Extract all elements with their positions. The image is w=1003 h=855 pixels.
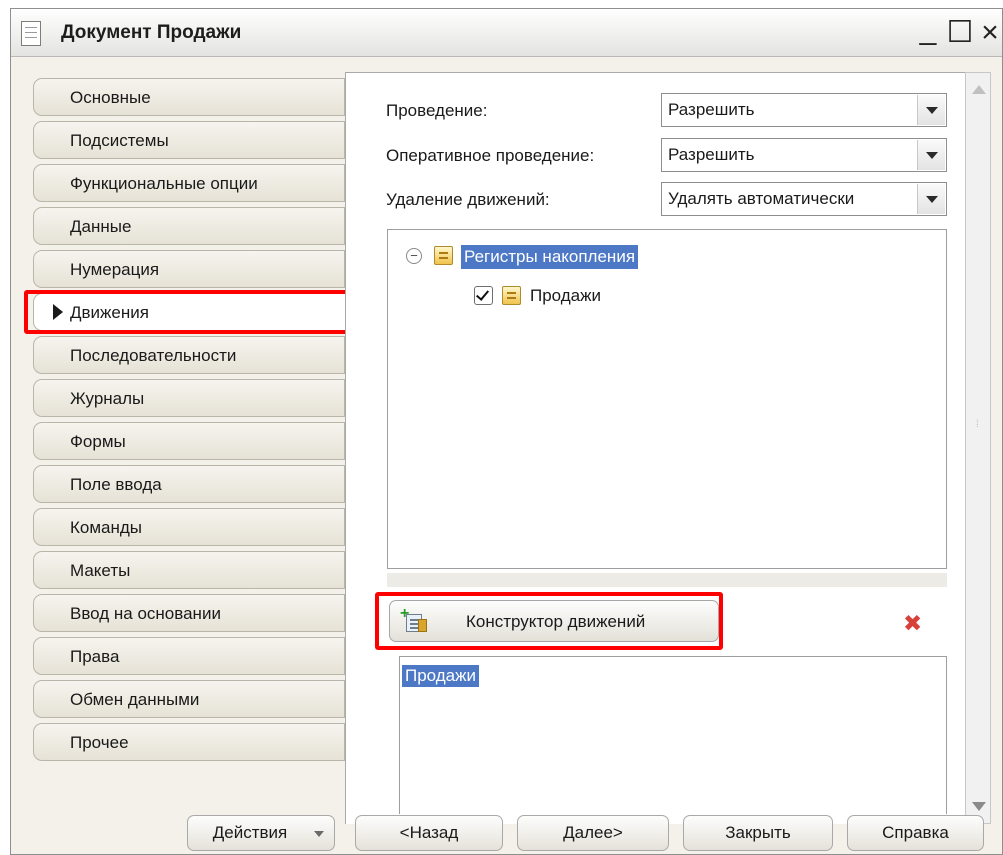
tab-label: Права	[70, 647, 120, 666]
posting-select[interactable]: Разрешить	[661, 93, 947, 127]
tab-label: Прочее	[70, 733, 129, 752]
document-editor-window: Документ Продажи _ ☐ × Основные Подсисте…	[10, 8, 1003, 855]
chevron-down-icon	[926, 196, 938, 203]
help-button[interactable]: Справка	[847, 815, 984, 851]
next-button[interactable]: Далее>	[517, 815, 669, 851]
tab-posledovatelnosti[interactable]: Последовательности	[33, 336, 345, 374]
tab-label: Обмен данными	[70, 690, 200, 709]
help-label: Справка	[882, 823, 949, 842]
delete-icon[interactable]: ✖	[903, 612, 922, 635]
realtime-posting-label: Оперативное проведение:	[386, 146, 595, 165]
tree-node-sales[interactable]: Продажи	[530, 286, 601, 306]
tab-zhurnaly[interactable]: Журналы	[33, 379, 345, 417]
dropdown-button[interactable]	[917, 95, 945, 125]
vertical-scrollbar[interactable]: ⁞	[965, 72, 991, 824]
tab-label: Подсистемы	[70, 131, 169, 150]
tab-numeratsiya[interactable]: Нумерация	[33, 250, 345, 288]
registers-tree: − Регистры накопления Продажи	[387, 229, 947, 569]
dropdown-button[interactable]	[917, 140, 945, 170]
title-bar: Документ Продажи _ ☐ ×	[11, 9, 1002, 57]
editor-content: Основные Подсистемы Функциональные опции…	[11, 58, 1002, 854]
actions-label: Действия	[212, 823, 288, 842]
tab-funktsionalnye-optsii[interactable]: Функциональные опции	[33, 164, 345, 202]
tab-label: Последовательности	[70, 346, 237, 365]
realtime-posting-select[interactable]: Разрешить	[661, 138, 947, 172]
tab-obmen-dannymi[interactable]: Обмен данными	[33, 680, 345, 718]
tab-label: Журналы	[70, 389, 145, 408]
splitter[interactable]	[387, 573, 947, 587]
checkbox-sales[interactable]	[474, 286, 493, 305]
tab-label: Макеты	[70, 561, 131, 580]
posting-value: Разрешить	[668, 100, 755, 119]
constructor-button-highlight	[375, 592, 723, 650]
window-title: Документ Продажи	[61, 22, 242, 43]
scroll-up-icon[interactable]	[972, 85, 986, 94]
close-label: Закрыть	[725, 823, 791, 842]
tab-vvod-na-osnovanii[interactable]: Ввод на основании	[33, 594, 345, 632]
tab-label: Нумерация	[70, 260, 160, 279]
checkmark-icon	[475, 287, 490, 301]
document-icon	[21, 21, 41, 46]
delete-movements-value: Удалять автоматически	[668, 189, 855, 208]
tab-osnovnye[interactable]: Основные	[33, 78, 345, 116]
actions-button[interactable]: Действия	[187, 815, 335, 851]
register-icon	[434, 246, 453, 265]
realtime-posting-value: Разрешить	[668, 145, 755, 164]
scroll-down-icon[interactable]	[972, 802, 986, 811]
register-icon	[502, 286, 521, 305]
back-label: <Назад	[399, 823, 459, 842]
close-button[interactable]: Закрыть	[683, 815, 833, 851]
delete-movements-label: Удаление движений:	[386, 190, 550, 209]
delete-movements-select[interactable]: Удалять автоматически	[661, 182, 947, 216]
collapse-icon[interactable]: −	[406, 248, 422, 264]
movements-list: Продажи	[399, 656, 947, 814]
tab-label: Поле ввода	[70, 475, 162, 494]
tab-label: Функциональные опции	[70, 174, 258, 193]
tab-label: Команды	[70, 518, 143, 537]
tab-label: Основные	[70, 88, 151, 107]
chevron-down-icon	[926, 152, 938, 159]
close-window-button[interactable]: ×	[973, 15, 1003, 51]
tree-node-accumulation-registers[interactable]: Регистры накопления	[461, 245, 639, 269]
tab-formy[interactable]: Формы	[33, 422, 345, 460]
dropdown-button[interactable]	[917, 184, 945, 214]
back-button[interactable]: <Назад	[355, 815, 503, 851]
tab-makety[interactable]: Макеты	[33, 551, 345, 589]
tab-prochee[interactable]: Прочее	[33, 723, 345, 761]
tab-podsistemy[interactable]: Подсистемы	[33, 121, 345, 159]
scroll-grip-icon: ⁞	[976, 419, 979, 430]
tab-prava[interactable]: Права	[33, 637, 345, 675]
posting-label: Проведение:	[386, 101, 488, 120]
tab-label: Формы	[70, 432, 126, 451]
minimize-button[interactable]: _	[911, 15, 945, 51]
tab-komandy[interactable]: Команды	[33, 508, 345, 546]
list-item[interactable]: Продажи	[402, 665, 479, 687]
tab-label: Ввод на основании	[70, 604, 221, 623]
tab-dannye[interactable]: Данные	[33, 207, 345, 245]
tab-label: Данные	[70, 217, 132, 236]
chevron-down-icon	[926, 107, 938, 114]
chevron-down-icon	[314, 831, 324, 837]
maximize-button[interactable]: ☐	[943, 15, 977, 51]
tab-pole-vvoda[interactable]: Поле ввода	[33, 465, 345, 503]
next-label: Далее>	[563, 823, 623, 842]
active-tab-highlight	[24, 290, 349, 334]
